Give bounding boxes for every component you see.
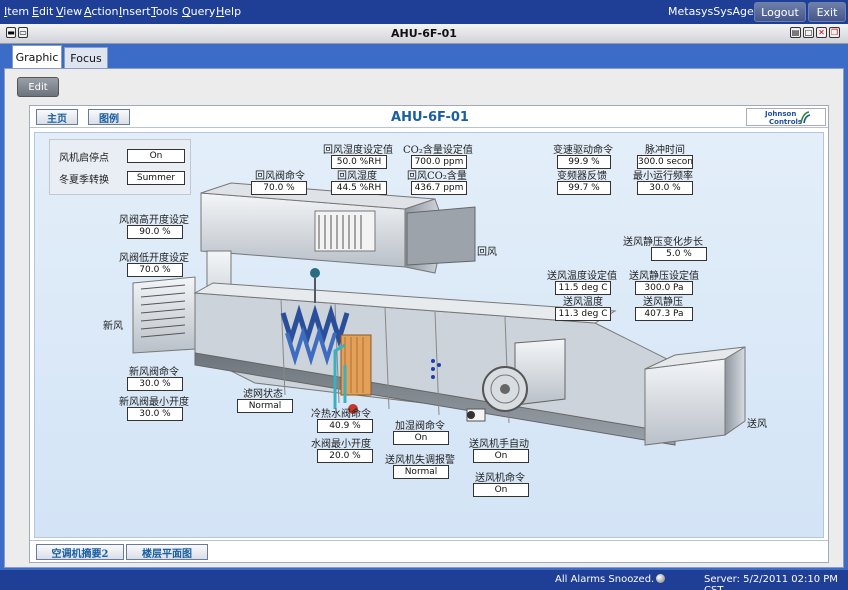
logo-text-controls: Controls bbox=[769, 118, 803, 126]
return-air-label: 回风 bbox=[477, 247, 497, 258]
valve-min-value[interactable]: 20.0 % bbox=[317, 449, 373, 463]
damper-high-set-label: 风阀高开度设定 bbox=[119, 215, 189, 226]
damper-high-set-value[interactable]: 90.0 % bbox=[127, 225, 183, 239]
tab-focus[interactable]: Focus bbox=[64, 47, 108, 69]
damper-low-set-label: 风阀低开度设定 bbox=[119, 253, 189, 264]
ahu-summary-button[interactable]: 空调机摘要2 bbox=[36, 544, 124, 560]
oa-damper-cmd-value[interactable]: 30.0 % bbox=[127, 377, 183, 391]
floor-plan-button[interactable]: 楼层平面图 bbox=[126, 544, 208, 560]
status-bar: All Alarms Snoozed. Server: 5/2/2011 02:… bbox=[0, 570, 848, 590]
sa-temp-set-label: 送风温度设定值 bbox=[547, 271, 617, 282]
ra-damper-cmd-value[interactable]: 70.0 % bbox=[251, 181, 307, 195]
pulse-time-label: 脉冲时间 bbox=[645, 145, 685, 156]
logo-text-johnson: Johnson bbox=[765, 110, 797, 118]
fan-start-stop-value[interactable]: On bbox=[127, 149, 185, 163]
tab-area: Graphic Focus Edit 主页 图例 AHU-6F-01 Johns… bbox=[0, 44, 848, 570]
vfd-feedback-value[interactable]: 99.7 % bbox=[557, 181, 611, 195]
sa-sp-value[interactable]: 407.3 Pa bbox=[635, 307, 693, 321]
menu-item-insert[interactable]: Insert bbox=[119, 5, 151, 18]
menu-item-tools[interactable]: Tools bbox=[151, 5, 178, 18]
sf-fault-label: 送风机失调报警 bbox=[385, 455, 455, 466]
oa-damper-cmd-label: 新风阀命令 bbox=[129, 367, 179, 378]
sa-sp-label: 送风静压 bbox=[643, 297, 683, 308]
home-button[interactable]: 主页 bbox=[36, 109, 78, 125]
menu-item-query[interactable]: Query bbox=[182, 5, 215, 18]
graphic-panel: Edit 主页 图例 AHU-6F-01 Johnson Controls 风机… bbox=[4, 68, 844, 568]
ahu-canvas: 风机启停点 On 冬夏季转换 Summer 回风湿度设定值 50.0 %RH C… bbox=[34, 132, 824, 538]
graphic-header: 主页 图例 AHU-6F-01 Johnson Controls bbox=[30, 106, 828, 128]
ra-co2-value[interactable]: 436.7 ppm bbox=[411, 181, 467, 195]
sf-command-value[interactable]: On bbox=[473, 483, 529, 497]
graphic-footer: 空调机摘要2 楼层平面图 bbox=[30, 540, 828, 562]
filter-status-value[interactable]: Normal bbox=[237, 399, 293, 413]
server-time: Server: 5/2/2011 02:10 PM CST bbox=[704, 574, 838, 590]
sf-command-label: 送风机命令 bbox=[475, 473, 525, 484]
alarm-indicator-icon[interactable] bbox=[656, 574, 665, 583]
sp-step-label: 送风静压变化步长 bbox=[623, 237, 703, 248]
graphic-title: AHU-6F-01 bbox=[391, 110, 469, 125]
sa-temp-label: 送风温度 bbox=[563, 297, 603, 308]
menu-item-view[interactable]: View bbox=[56, 5, 82, 18]
return-duct bbox=[200, 182, 476, 274]
oa-damper-min-value[interactable]: 30.0 % bbox=[127, 407, 183, 421]
exit-button[interactable]: Exit bbox=[808, 2, 846, 22]
menu-item-edit[interactable]: Edit bbox=[32, 5, 53, 18]
agent-name: MetasysSysAgent bbox=[668, 5, 766, 18]
logout-button[interactable]: Logout bbox=[754, 2, 806, 22]
chw-valve-cmd-value[interactable]: 40.9 % bbox=[317, 419, 373, 433]
menu-item-help[interactable]: Help bbox=[216, 5, 241, 18]
logo-mark-icon bbox=[800, 111, 811, 124]
sa-sp-set-label: 送风静压设定值 bbox=[629, 271, 699, 282]
min-freq-label: 最小运行频率 bbox=[633, 171, 693, 182]
tab-graphic[interactable]: Graphic bbox=[12, 45, 62, 69]
supply-air-label: 送风 bbox=[747, 419, 767, 430]
folder-icon[interactable]: ▤ bbox=[790, 27, 801, 38]
alarm-status: All Alarms Snoozed. bbox=[555, 574, 655, 585]
vfd-feedback-label: 变频器反馈 bbox=[557, 171, 607, 182]
legend-button[interactable]: 图例 bbox=[88, 109, 130, 125]
window-title-bar: ▬ ▭ AHU-6F-01 ▤ □ ✕ ❐ bbox=[0, 24, 848, 44]
sf-hand-auto-label: 送风机手自动 bbox=[469, 439, 529, 450]
sf-fault-value[interactable]: Normal bbox=[393, 465, 449, 479]
oa-damper-min-label: 新风阀最小开度 bbox=[119, 397, 189, 408]
restore-icon[interactable]: ❐ bbox=[829, 27, 840, 38]
status-panel bbox=[49, 139, 191, 195]
season-switch-label: 冬夏季转换 bbox=[59, 175, 109, 186]
johnson-controls-logo: Johnson Controls bbox=[746, 108, 826, 126]
fresh-air-label: 新风 bbox=[103, 321, 123, 332]
sf-hand-auto-value[interactable]: On bbox=[473, 449, 529, 463]
window-title: AHU-6F-01 bbox=[391, 27, 457, 40]
sa-temp-value[interactable]: 11.3 deg C bbox=[555, 307, 611, 321]
season-switch-value[interactable]: Summer bbox=[127, 171, 185, 185]
ahu-graphic: 主页 图例 AHU-6F-01 Johnson Controls 风机启停点 O… bbox=[29, 105, 829, 563]
ra-damper-cmd-label: 回风阀命令 bbox=[255, 171, 305, 182]
co2-setpoint-label: CO₂含量设定值 bbox=[403, 145, 473, 156]
humid-valve-cmd-value[interactable]: On bbox=[393, 431, 449, 445]
fan-start-stop-label: 风机启停点 bbox=[59, 153, 109, 164]
vfd-command-label: 变速驱动命令 bbox=[553, 145, 613, 156]
valve-min-label: 水阀最小开度 bbox=[311, 439, 371, 450]
maximize-icon[interactable]: □ bbox=[803, 27, 814, 38]
damper-low-set-value[interactable]: 70.0 % bbox=[127, 263, 183, 277]
ra-humidity-value[interactable]: 44.5 %RH bbox=[331, 181, 387, 195]
menu-item-item[interactable]: Item bbox=[4, 5, 29, 18]
ra-humidity-label: 回风湿度 bbox=[337, 171, 377, 182]
menu-bar: Item Edit View Action Insert Tools Query… bbox=[0, 0, 848, 24]
edit-button[interactable]: Edit bbox=[17, 77, 59, 97]
menu-item-action[interactable]: Action bbox=[84, 5, 118, 18]
humid-valve-cmd-label: 加湿阀命令 bbox=[395, 421, 445, 432]
close-icon[interactable]: ✕ bbox=[816, 27, 827, 38]
ra-co2-label: 回风CO₂含量 bbox=[407, 171, 467, 182]
sp-step-value[interactable]: 5.0 % bbox=[651, 247, 707, 261]
supply-air-outlet bbox=[644, 346, 746, 446]
fresh-air-inlet bbox=[132, 276, 196, 354]
chw-valve-cmd-label: 冷热水阀命令 bbox=[311, 409, 371, 420]
min-freq-value[interactable]: 30.0 % bbox=[637, 181, 693, 195]
ra-humidity-setpoint-label: 回风湿度设定值 bbox=[323, 145, 393, 156]
filter-status-label: 滤网状态 bbox=[243, 389, 283, 400]
